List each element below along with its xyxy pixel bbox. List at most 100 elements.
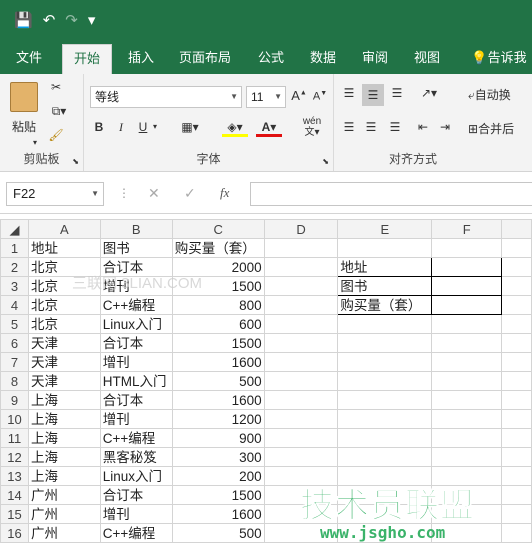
row-header[interactable]: 10 (0, 409, 29, 429)
cell-a[interactable]: 地址 (27, 238, 101, 258)
select-all-corner[interactable]: ◢ (0, 219, 29, 239)
cell-d[interactable] (263, 295, 339, 315)
cell-g[interactable] (501, 276, 532, 296)
column-header[interactable]: B (99, 219, 173, 239)
cell-c[interactable]: 500 (171, 523, 265, 543)
cell-f[interactable] (431, 390, 503, 410)
cell-b[interactable]: C++编程 (99, 428, 173, 448)
cell-e[interactable] (337, 466, 433, 486)
cut-icon[interactable]: ✂ (48, 80, 64, 94)
row-header[interactable]: 13 (0, 466, 29, 486)
row-header[interactable]: 6 (0, 333, 29, 353)
formula-input[interactable] (250, 182, 532, 206)
borders-icon[interactable]: ▦▾ (178, 120, 202, 134)
cell-g[interactable] (501, 523, 532, 543)
increase-font-icon[interactable]: A▲ (290, 88, 308, 103)
cell-f[interactable] (431, 238, 503, 258)
cell-f[interactable] (431, 523, 503, 543)
tab-view[interactable]: 视图 (402, 44, 452, 74)
format-painter-icon[interactable]: 🖌 (48, 128, 64, 142)
cell-f[interactable] (431, 352, 503, 372)
cell-d[interactable] (263, 333, 339, 353)
cell-b[interactable]: 合订本 (99, 257, 173, 277)
criteria-value[interactable] (431, 276, 503, 296)
cell-a[interactable]: 天津 (27, 352, 101, 372)
cell-b[interactable]: Linux入门 (99, 466, 173, 486)
cell-f[interactable] (431, 447, 503, 467)
cell-e[interactable] (337, 390, 433, 410)
criteria-label[interactable]: 购买量（套） (337, 295, 433, 315)
cell-d[interactable] (263, 409, 339, 429)
cell-e[interactable] (337, 333, 433, 353)
save-icon[interactable]: 💾 (14, 12, 33, 30)
cell-g[interactable] (501, 295, 532, 315)
cell-b[interactable]: 合订本 (99, 485, 173, 505)
cell-b[interactable]: 图书 (99, 238, 173, 258)
row-header[interactable]: 15 (0, 504, 29, 524)
cell-b[interactable]: HTML入门 (99, 371, 173, 391)
merge-center-button[interactable]: ⊞合并后 (468, 120, 532, 137)
align-right-icon[interactable]: ☰ (386, 120, 404, 134)
paste-icon[interactable] (10, 82, 38, 112)
align-left-icon[interactable]: ☰ (340, 120, 358, 134)
cell-c[interactable]: 600 (171, 314, 265, 334)
cell-f[interactable] (431, 466, 503, 486)
cell-d[interactable] (263, 371, 339, 391)
cell-c[interactable]: 200 (171, 466, 265, 486)
cell-f[interactable] (431, 504, 503, 524)
cell-e[interactable] (337, 238, 433, 258)
cell-b[interactable]: 黑客秘笈 (99, 447, 173, 467)
criteria-value[interactable] (431, 295, 503, 315)
cell-d[interactable] (263, 466, 339, 486)
criteria-value[interactable] (431, 257, 503, 277)
cell-c[interactable]: 1500 (171, 276, 265, 296)
paste-button[interactable]: 粘贴 (6, 118, 42, 135)
cell-g[interactable] (501, 504, 532, 524)
cell-d[interactable] (263, 238, 339, 258)
cell-b[interactable]: C++编程 (99, 295, 173, 315)
cell-a[interactable]: 上海 (27, 409, 101, 429)
column-header[interactable]: E (337, 219, 433, 239)
column-header[interactable]: A (27, 219, 101, 239)
cell-d[interactable] (263, 276, 339, 296)
cell-f[interactable] (431, 333, 503, 353)
cell-c[interactable]: 1500 (171, 333, 265, 353)
cell-c[interactable]: 1200 (171, 409, 265, 429)
cell-e[interactable] (337, 504, 433, 524)
tab-formulas[interactable]: 公式 (246, 44, 296, 74)
cell-a[interactable]: 北京 (27, 276, 101, 296)
cell-g[interactable] (501, 333, 532, 353)
redo-icon[interactable]: ↷ (65, 12, 78, 30)
cell-a[interactable]: 上海 (27, 447, 101, 467)
cell-c[interactable]: 1600 (171, 352, 265, 372)
copy-icon[interactable]: ⧉▾ (48, 104, 70, 119)
row-header[interactable]: 4 (0, 295, 29, 315)
row-header[interactable]: 12 (0, 447, 29, 467)
font-name-select[interactable]: 等线 ▼ (90, 86, 242, 108)
cell-f[interactable] (431, 409, 503, 429)
row-header[interactable]: 1 (0, 238, 29, 258)
increase-indent-icon[interactable]: ⇥ (436, 120, 454, 134)
cell-g[interactable] (501, 371, 532, 391)
cell-c[interactable]: 500 (171, 371, 265, 391)
row-header[interactable]: 16 (0, 523, 29, 543)
italic-button[interactable]: I (114, 120, 128, 135)
row-header[interactable]: 9 (0, 390, 29, 410)
criteria-label[interactable]: 图书 (337, 276, 433, 296)
wrap-text-button[interactable]: ⤶自动换 (468, 86, 532, 103)
underline-button[interactable]: U (136, 120, 150, 134)
cell-f[interactable] (431, 428, 503, 448)
orientation-icon[interactable]: ↗▾ (416, 86, 442, 100)
font-size-select[interactable]: 11 ▼ (246, 86, 286, 108)
tab-file[interactable]: 文件 (4, 44, 54, 74)
cell-c[interactable]: 购买量（套） (171, 238, 265, 258)
bold-button[interactable]: B (92, 120, 106, 134)
cell-c[interactable]: 900 (171, 428, 265, 448)
fill-color-icon[interactable]: ◈▾ (222, 120, 248, 137)
cell-d[interactable] (263, 390, 339, 410)
cell-d[interactable] (263, 523, 339, 543)
insert-function-icon[interactable]: fx (220, 185, 229, 201)
align-top-icon[interactable]: ☰ (340, 86, 358, 100)
row-header[interactable]: 3 (0, 276, 29, 296)
cell-g[interactable] (501, 466, 532, 486)
